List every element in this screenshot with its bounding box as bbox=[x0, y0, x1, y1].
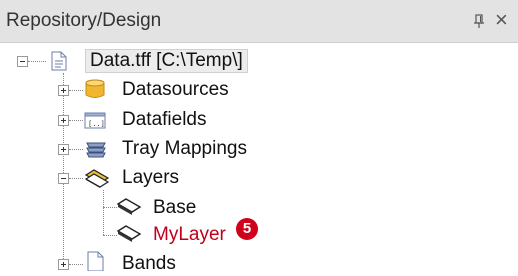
layer-icon bbox=[116, 224, 142, 249]
repository-design-panel: Repository/Design × Data.tff [C:\Temp\] … bbox=[0, 0, 518, 274]
layer-icon bbox=[116, 197, 142, 222]
datafield-icon: [..] bbox=[84, 110, 106, 135]
repository-tree: Data.tff [C:\Temp\] Datasources [..] Dat… bbox=[0, 42, 518, 274]
tray-icon bbox=[84, 138, 108, 165]
tree-item-label[interactable]: Bands bbox=[122, 253, 176, 275]
svg-text:[..]: [..] bbox=[88, 120, 105, 128]
collapse-toggle[interactable] bbox=[17, 56, 28, 67]
page-icon bbox=[86, 251, 106, 276]
tree-item-label[interactable]: Tray Mappings bbox=[122, 138, 247, 160]
tree-item-label[interactable]: Base bbox=[153, 197, 196, 219]
pin-icon[interactable] bbox=[470, 12, 488, 30]
tree-connector bbox=[28, 61, 46, 62]
tree-connector bbox=[63, 73, 64, 265]
tree-connector bbox=[103, 235, 117, 236]
tree-root-label[interactable]: Data.tff [C:\Temp\] bbox=[85, 49, 248, 73]
tree-connector bbox=[69, 178, 83, 179]
expand-toggle[interactable] bbox=[58, 85, 69, 96]
tree-connector bbox=[69, 120, 83, 121]
expand-toggle[interactable] bbox=[58, 115, 69, 126]
tree-item-label[interactable]: MyLayer bbox=[153, 224, 226, 246]
panel-title: Repository/Design bbox=[6, 10, 162, 31]
tree-connector bbox=[103, 207, 117, 208]
callout-badge: 5 bbox=[236, 218, 258, 240]
tree-connector bbox=[69, 264, 83, 265]
tree-connector bbox=[69, 149, 83, 150]
tree-item-label[interactable]: Datafields bbox=[122, 109, 207, 131]
tree-item-label[interactable]: Datasources bbox=[122, 79, 229, 101]
tree-connector bbox=[69, 90, 83, 91]
database-icon bbox=[84, 78, 106, 105]
expand-toggle[interactable] bbox=[58, 144, 69, 155]
collapse-toggle[interactable] bbox=[58, 173, 69, 184]
panel-titlebar: Repository/Design × bbox=[0, 0, 518, 43]
layers-icon bbox=[84, 167, 110, 194]
document-icon bbox=[51, 51, 67, 76]
tree-item-label[interactable]: Layers bbox=[122, 167, 179, 189]
close-icon[interactable]: × bbox=[495, 9, 508, 31]
expand-toggle[interactable] bbox=[58, 259, 69, 270]
tree-connector bbox=[103, 190, 104, 235]
